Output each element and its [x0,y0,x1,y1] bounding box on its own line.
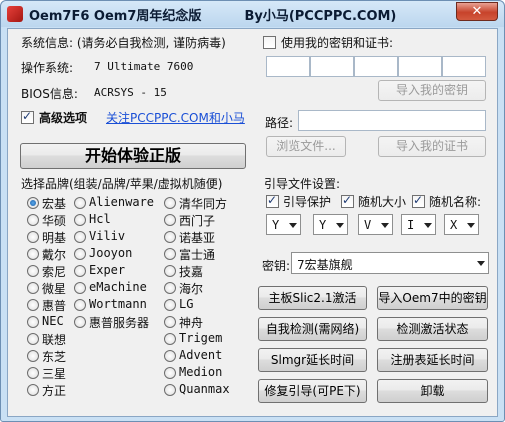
chevron-down-icon [289,223,297,228]
radio-icon [74,282,86,294]
name-char-select[interactable]: X [444,214,479,235]
chevron-down-icon [336,223,344,228]
sysinfo-header: 系统信息: (请务必自我检测, 谨防病毒) [21,36,226,50]
client-area: 系统信息: (请务必自我检测, 谨防病毒) 操作系统: 7 Ultimate 7… [7,28,498,417]
radio-icon [164,248,176,260]
use-own-key-checkbox[interactable] [263,36,276,49]
bios-label: BIOS信息: [21,87,78,101]
browse-button[interactable]: 浏览文件... [266,136,346,157]
use-own-key-label: 使用我的密钥和证书: [281,36,394,50]
radio-icon [74,299,86,311]
radio-icon [27,316,39,328]
registry-extend-button[interactable]: 注册表延长时间 [377,348,488,372]
app-icon [7,6,23,22]
name-char-select[interactable]: V [358,214,393,235]
radio-icon [164,299,176,311]
advanced-label: 高级选项 [39,111,88,125]
window-title-text: Oem7F6 Oem7周年纪念版 [29,9,202,24]
boot-header: 引导文件设置: [264,177,341,191]
bios-value: ACRSYS - 15 [94,86,167,99]
slmgr-extend-button[interactable]: Slmgr延长时间 [258,348,367,372]
radio-icon [164,316,176,328]
radio-icon [74,231,86,243]
repair-boot-button[interactable]: 修复引导(可PE下) [258,379,367,403]
key-select[interactable]: 7宏基旗舰 [291,252,489,274]
radio-icon [74,248,86,260]
close-button[interactable]: ✕ [456,2,498,21]
brand-header: 选择品牌(组装/品牌/苹果/虚拟机随便) [21,177,223,191]
radio-icon [164,333,176,345]
path-input[interactable] [298,110,486,131]
key-segment-input[interactable] [354,56,398,77]
title-bar[interactable]: Oem7F6 Oem7周年纪念版 By小马(PCCPPC.COM) ✕ [1,1,504,27]
window-title: Oem7F6 Oem7周年纪念版 By小马(PCCPPC.COM) [29,5,396,24]
key-segment-input[interactable] [266,56,310,77]
import-oem7-key-button[interactable]: 导入Oem7中的密钥 [377,286,488,310]
key-label: 密钥: [262,259,291,273]
radio-icon [164,384,176,396]
random-name-label: 随机名称: [429,195,482,209]
radio-icon [27,214,39,226]
boot-protect-checkbox[interactable] [266,193,279,208]
radio-icon [27,282,39,294]
boot-protect-label: 引导保护 [283,195,332,209]
radio-icon [27,248,39,260]
path-label: 路径: [265,116,294,130]
radio-icon [164,231,176,243]
radio-icon [164,282,176,294]
window-author-text: By小马(PCCPPC.COM) [244,9,397,24]
start-button-label: 开始体验正版 [84,146,181,165]
close-icon: ✕ [471,4,483,19]
slic-activate-button[interactable]: 主板Slic2.1激活 [258,286,367,310]
radio-icon [164,197,176,209]
key-segment-input[interactable] [398,56,442,77]
radio-icon [74,265,86,277]
radio-icon [27,333,39,345]
check-activation-button[interactable]: 检测激活状态 [377,317,488,341]
radio-icon [27,265,39,277]
chevron-down-icon [477,261,485,266]
name-char-select[interactable]: Y [266,214,301,235]
import-key-button[interactable]: 导入我的密钥 [378,80,486,101]
os-value: 7 Ultimate 7600 [94,60,194,73]
radio-icon [27,350,39,362]
radio-icon [164,214,176,226]
radio-icon [27,367,39,379]
self-check-button[interactable]: 自我检测(需网络) [258,317,367,341]
start-button[interactable]: 开始体验正版 [20,143,246,169]
os-label: 操作系统: [21,61,74,75]
radio-icon [164,265,176,277]
chevron-down-icon [424,223,432,228]
uninstall-button[interactable]: 卸载 [377,379,488,403]
radio-icon [74,214,86,226]
chevron-down-icon [467,223,475,228]
key-segment-input[interactable] [310,56,354,77]
radio-icon [74,316,86,328]
radio-selected-icon [27,197,39,209]
name-char-select[interactable]: I [401,214,436,235]
radio-icon [27,231,39,243]
random-size-label: 随机大小 [358,195,407,209]
radio-icon [27,384,39,396]
radio-icon [74,197,86,209]
app-window: Oem7F6 Oem7周年纪念版 By小马(PCCPPC.COM) ✕ 系统信息… [0,0,505,422]
chevron-down-icon [381,223,389,228]
import-cert-button[interactable]: 导入我的证书 [378,136,486,157]
follow-link[interactable]: 关注PCCPPC.COM和小马 [106,109,245,126]
random-name-checkbox[interactable] [412,193,425,208]
random-size-checkbox[interactable] [341,193,354,208]
radio-icon [164,350,176,362]
name-char-select[interactable]: Y [313,214,348,235]
advanced-checkbox[interactable] [21,109,34,124]
radio-icon [27,299,39,311]
radio-icon [164,367,176,379]
key-segment-input[interactable] [442,56,486,77]
